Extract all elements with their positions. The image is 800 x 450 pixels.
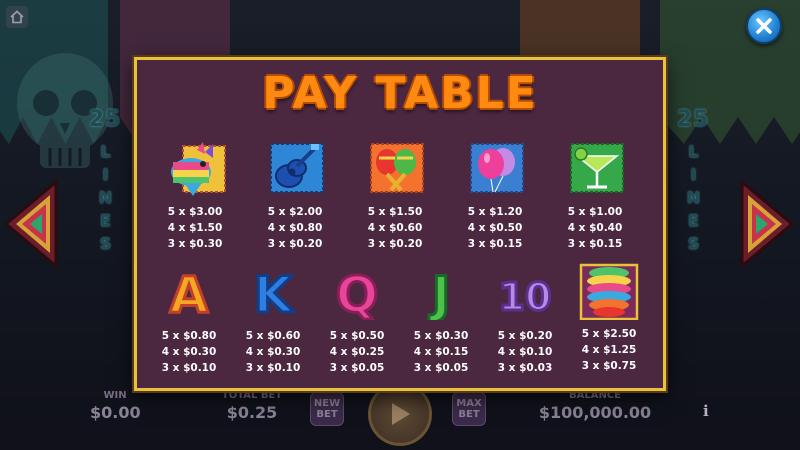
pay-4-of-kind: 4 x $0.10 bbox=[497, 346, 553, 358]
paytable-symbol-q: Q 5 x $0.50 4 x $0.25 3 x $0.05 bbox=[317, 264, 397, 376]
new-bet-button[interactable]: NEW BET bbox=[310, 392, 344, 426]
pay-3-of-kind: 3 x $0.10 bbox=[161, 362, 217, 374]
balance-display: BALANCE $100,000.00 bbox=[535, 390, 655, 422]
paper-decoration-icon bbox=[579, 263, 639, 320]
pay-3-of-kind: 3 x $0.03 bbox=[497, 362, 553, 374]
pay-values: 5 x $0.50 4 x $0.25 3 x $0.05 bbox=[317, 328, 397, 376]
pay-4-of-kind: 4 x $0.40 bbox=[567, 222, 623, 234]
pay-4-of-kind: 4 x $0.30 bbox=[161, 346, 217, 358]
guitar-icon bbox=[270, 143, 324, 193]
paytable-symbol-margarita: 5 x $1.00 4 x $0.40 3 x $0.15 bbox=[555, 140, 635, 252]
home-icon bbox=[10, 10, 24, 24]
max-bet-button[interactable]: MAX BET bbox=[452, 392, 486, 426]
pay-4-of-kind: 4 x $0.50 bbox=[467, 222, 523, 234]
pay-3-of-kind: 3 x $0.05 bbox=[413, 362, 469, 374]
pay-5-of-kind: 5 x $0.50 bbox=[329, 330, 385, 342]
pay-5-of-kind: 5 x $0.30 bbox=[413, 330, 469, 342]
paytable-symbol-a: A 5 x $0.80 4 x $0.30 3 x $0.10 bbox=[149, 264, 229, 376]
balance-label: BALANCE bbox=[568, 390, 621, 401]
pay-5-of-kind: 5 x $0.20 bbox=[497, 330, 553, 342]
paytable-symbol-pinata: 5 x $3.00 4 x $1.50 3 x $0.30 bbox=[155, 140, 235, 252]
pay-values: 5 x $0.80 4 x $0.30 3 x $0.10 bbox=[149, 328, 229, 376]
letter-q-glyph: Q bbox=[336, 266, 379, 320]
pay-values: 5 x $2.00 4 x $0.80 3 x $0.20 bbox=[255, 204, 335, 252]
paytable-symbol-scatter: 5 x $2.50 4 x $1.25 3 x $0.75 bbox=[569, 258, 649, 374]
pay-4-of-kind: 4 x $0.25 bbox=[329, 346, 385, 358]
pay-3-of-kind: 3 x $0.05 bbox=[329, 362, 385, 374]
pay-3-of-kind: 3 x $0.15 bbox=[567, 238, 623, 250]
next-page-arrow-icon[interactable] bbox=[738, 178, 796, 270]
paytable-symbol-10: 10 5 x $0.20 4 x $0.10 3 x $0.03 bbox=[485, 264, 565, 376]
pay-3-of-kind: 3 x $0.15 bbox=[467, 238, 523, 250]
paytable-symbol-j: J 5 x $0.30 4 x $0.15 3 x $0.05 bbox=[401, 264, 481, 376]
pay-values: 5 x $0.30 4 x $0.15 3 x $0.05 bbox=[401, 328, 481, 376]
paytable-symbol-guitar: 5 x $2.00 4 x $0.80 3 x $0.20 bbox=[255, 140, 335, 252]
pay-4-of-kind: 4 x $0.15 bbox=[413, 346, 469, 358]
paytable-symbol-balloons: 5 x $1.20 4 x $0.50 3 x $0.15 bbox=[455, 140, 535, 252]
play-icon bbox=[392, 403, 410, 425]
lines-indicator-right: 25 LINES bbox=[677, 107, 709, 258]
pay-4-of-kind: 4 x $0.60 bbox=[367, 222, 423, 234]
pay-4-of-kind: 4 x $0.30 bbox=[245, 346, 301, 358]
letter-a-icon: A bbox=[168, 265, 210, 321]
letter-q-icon: Q bbox=[334, 265, 380, 321]
win-label: WIN bbox=[103, 390, 127, 401]
total-bet-label: TOTAL BET bbox=[221, 390, 283, 401]
close-button[interactable] bbox=[746, 8, 782, 44]
letter-j-glyph: J bbox=[429, 266, 451, 320]
lines-count: 25 bbox=[88, 107, 122, 132]
pay-5-of-kind: 5 x $0.60 bbox=[245, 330, 301, 342]
pay-values: 5 x $2.50 4 x $1.25 3 x $0.75 bbox=[569, 326, 649, 374]
lines-word: LINES bbox=[96, 142, 115, 258]
total-bet-value: $0.25 bbox=[226, 403, 278, 422]
maracas-icon bbox=[370, 143, 424, 193]
donkey-pinata-icon bbox=[171, 142, 226, 196]
home-button[interactable] bbox=[6, 6, 28, 28]
pay-3-of-kind: 3 x $0.10 bbox=[245, 362, 301, 374]
pay-4-of-kind: 4 x $1.50 bbox=[167, 222, 223, 234]
number-10-icon: 10 bbox=[497, 274, 553, 321]
info-button[interactable]: i bbox=[703, 402, 709, 420]
win-display: WIN $0.00 bbox=[90, 390, 141, 422]
pay-4-of-kind: 4 x $0.80 bbox=[267, 222, 323, 234]
spin-button[interactable] bbox=[368, 382, 432, 446]
pay-values: 5 x $1.20 4 x $0.50 3 x $0.15 bbox=[455, 204, 535, 252]
pay-values: 5 x $1.50 4 x $0.60 3 x $0.20 bbox=[355, 204, 435, 252]
pay-5-of-kind: 5 x $1.20 bbox=[467, 206, 523, 218]
pay-4-of-kind: 4 x $1.25 bbox=[581, 344, 637, 356]
pay-values: 5 x $0.60 4 x $0.30 3 x $0.10 bbox=[233, 328, 313, 376]
letter-a-glyph: A bbox=[170, 266, 209, 320]
letter-k-glyph: K bbox=[254, 266, 295, 320]
total-bet-display: TOTAL BET $0.25 bbox=[212, 390, 292, 422]
pay-values: 5 x $1.00 4 x $0.40 3 x $0.15 bbox=[555, 204, 635, 252]
letter-j-icon: J bbox=[427, 265, 452, 321]
lines-count: 25 bbox=[676, 107, 710, 132]
close-icon bbox=[756, 18, 772, 34]
number-10-glyph: 10 bbox=[499, 275, 552, 319]
pay-table-title: PAY TABLE bbox=[262, 68, 538, 119]
previous-page-arrow-icon[interactable] bbox=[2, 178, 60, 270]
pay-values: 5 x $3.00 4 x $1.50 3 x $0.30 bbox=[155, 204, 235, 252]
pay-3-of-kind: 3 x $0.30 bbox=[167, 238, 223, 250]
pay-table-panel: PAY TABLE 5 x $3.00 4 x $1.50 3 x $0.30 bbox=[134, 57, 666, 391]
letter-k-icon: K bbox=[252, 265, 296, 321]
pay-5-of-kind: 5 x $1.00 bbox=[567, 206, 623, 218]
lines-indicator-left: 25 LINES bbox=[89, 107, 121, 258]
pay-5-of-kind: 5 x $0.80 bbox=[161, 330, 217, 342]
pay-5-of-kind: 5 x $2.00 bbox=[267, 206, 323, 218]
win-value: $0.00 bbox=[90, 403, 141, 422]
pay-3-of-kind: 3 x $0.75 bbox=[581, 360, 637, 372]
balloons-icon bbox=[470, 143, 524, 193]
pay-5-of-kind: 5 x $2.50 bbox=[581, 328, 637, 340]
paytable-symbol-k: K 5 x $0.60 4 x $0.30 3 x $0.10 bbox=[233, 264, 313, 376]
margarita-icon bbox=[570, 143, 624, 193]
pay-3-of-kind: 3 x $0.20 bbox=[267, 238, 323, 250]
pay-5-of-kind: 5 x $1.50 bbox=[367, 206, 423, 218]
pay-5-of-kind: 5 x $3.00 bbox=[167, 206, 223, 218]
pay-3-of-kind: 3 x $0.20 bbox=[367, 238, 423, 250]
lines-word: LINES bbox=[684, 142, 703, 258]
balance-value: $100,000.00 bbox=[538, 403, 652, 422]
pay-values: 5 x $0.20 4 x $0.10 3 x $0.03 bbox=[485, 328, 565, 376]
paytable-symbol-maracas: 5 x $1.50 4 x $0.60 3 x $0.20 bbox=[355, 140, 435, 252]
